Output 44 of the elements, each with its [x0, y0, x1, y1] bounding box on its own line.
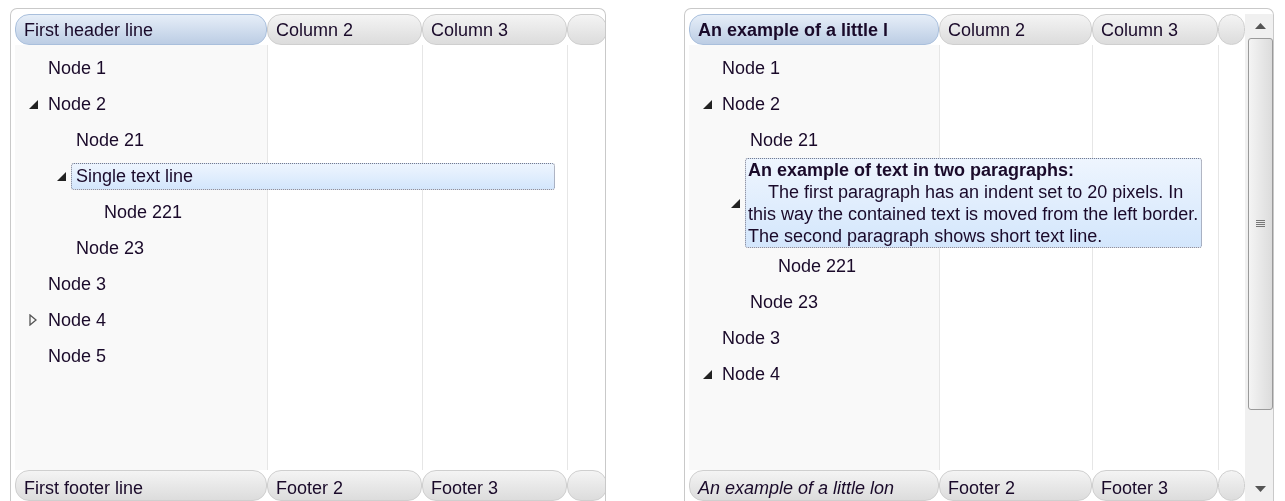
collapsed-arrow-icon[interactable]: [29, 314, 37, 326]
scroll-down-icon[interactable]: [1254, 486, 1266, 492]
paragraph-title: An example of text in two paragraphs:: [748, 159, 1076, 181]
tree-node[interactable]: Node 2: [717, 90, 786, 118]
tree-node[interactable]: Node 4: [717, 360, 786, 388]
expanded-arrow-icon[interactable]: [702, 99, 712, 109]
tree-node[interactable]: Node 5: [43, 342, 112, 370]
footer-cell: Footer 3: [422, 470, 567, 501]
footer-cell: An example of a little lon: [689, 470, 939, 501]
expanded-arrow-icon[interactable]: [56, 171, 66, 181]
tree-node[interactable]: Node 4: [43, 306, 112, 334]
footer-cell: Footer 2: [939, 470, 1092, 501]
column-header[interactable]: First header line: [15, 14, 267, 45]
paragraph-text: The first paragraph has an indent set to 20 pixels. In this way the contained text is moved from the left border.: [748, 181, 1199, 225]
tree-node[interactable]: Node 3: [717, 324, 786, 352]
column-header[interactable]: Column 3: [422, 14, 567, 45]
vertical-scrollbar[interactable]: [1245, 14, 1273, 501]
paragraph-text: The second paragraph shows short text line.: [748, 225, 1104, 247]
grip-icon: [1255, 220, 1265, 228]
tree-node[interactable]: Node 21: [71, 126, 150, 154]
column-header[interactable]: Column 2: [939, 14, 1092, 45]
tree-node[interactable]: Node 221: [99, 198, 188, 226]
expanded-arrow-icon[interactable]: [702, 369, 712, 379]
footer-cell: Footer 2: [267, 470, 422, 501]
tree-node[interactable]: Node 1: [717, 54, 786, 82]
tree-node[interactable]: Node 23: [745, 288, 824, 316]
column-header[interactable]: Column 3: [1092, 14, 1218, 45]
tree-node[interactable]: Node 23: [71, 234, 150, 262]
expanded-arrow-icon[interactable]: [28, 99, 38, 109]
tree-node[interactable]: An example of text in two paragraphs: The first paragraph has an indent set to 20 pixels. In this way the contained text is moved from the left border. The second paragraph shows short text line.: [745, 158, 1202, 248]
scrollbar-thumb[interactable]: [1247, 38, 1273, 410]
tree-node[interactable]: Node 2: [43, 90, 112, 118]
tree-node[interactable]: Single text line: [71, 162, 555, 190]
column-header[interactable]: An example of a little l: [689, 14, 939, 45]
footer-cell: [1218, 470, 1245, 501]
tree-node[interactable]: Node 3: [43, 270, 112, 298]
column-header[interactable]: Column 2: [267, 14, 422, 45]
tree-node[interactable]: Node 21: [745, 126, 824, 154]
expanded-arrow-icon[interactable]: [730, 198, 740, 208]
scroll-up-icon[interactable]: [1254, 23, 1266, 29]
tree-node[interactable]: Node 1: [43, 54, 112, 82]
footer-cell: First footer line: [15, 470, 267, 501]
footer-cell: Footer 3: [1092, 470, 1218, 501]
tree-node[interactable]: Node 221: [773, 252, 862, 280]
